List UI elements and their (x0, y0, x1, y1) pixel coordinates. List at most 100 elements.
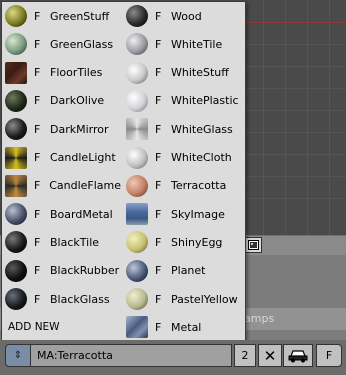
material-item[interactable]: F Planet (123, 258, 242, 284)
material-preview-icon (126, 288, 148, 310)
tab-lamps[interactable]: amps (244, 312, 274, 325)
delete-button[interactable]: ✕ (258, 344, 282, 367)
material-flag: F (34, 9, 41, 23)
material-preview-icon (126, 146, 148, 169)
material-name: DarkMirror (50, 122, 109, 136)
material-preview-icon (5, 259, 27, 282)
grid-line (245, 132, 346, 133)
grid-line (245, 66, 346, 67)
material-preview-icon (5, 5, 27, 27)
grid-line (245, 154, 346, 155)
material-item[interactable]: F SkyImage (123, 201, 242, 227)
material-item[interactable]: F BlackGlass (2, 286, 121, 312)
material-flag: F (155, 235, 162, 249)
material-name-field[interactable]: MA:Terracotta (31, 344, 232, 367)
material-flag: F (34, 235, 41, 249)
add-new-button[interactable]: ADD NEW (2, 314, 121, 340)
grid-line (245, 198, 346, 199)
material-item[interactable]: F CandleLight (2, 145, 121, 171)
auto-button[interactable] (283, 344, 313, 367)
material-name: SkyImage (171, 207, 225, 221)
grid-line (263, 0, 264, 235)
material-preview-icon (126, 61, 148, 84)
material-preview-icon (5, 89, 27, 112)
material-name: WhiteTile (171, 37, 223, 51)
car-icon (288, 349, 308, 362)
material-preview-icon (126, 174, 148, 197)
material-name: PastelYellow (171, 292, 238, 306)
material-flag: F (155, 264, 162, 278)
material-name: CandleFlame (49, 179, 121, 193)
material-name: Metal (171, 320, 202, 334)
material-name: WhiteGlass (171, 122, 233, 136)
material-item[interactable]: F GreenGlass (2, 31, 121, 57)
material-name: Wood (171, 9, 202, 23)
material-item[interactable]: F WhiteCloth (123, 145, 242, 171)
material-name: ShinyEgg (171, 235, 223, 249)
material-preview-icon (126, 259, 148, 282)
material-item[interactable]: F Wood (123, 3, 242, 29)
grid-line (329, 0, 330, 235)
material-flag: F (34, 122, 41, 136)
material-flag: F (34, 264, 41, 278)
grid-line (245, 88, 346, 89)
material-browse-menu: F GreenStuff F GreenGlass F FloorTiles F DarkOl… (1, 1, 246, 342)
material-name: FloorTiles (50, 66, 103, 80)
grid-line (307, 0, 308, 235)
material-item[interactable]: F WhiteTile (123, 31, 242, 57)
material-name: BlackRubber (50, 264, 120, 278)
material-item[interactable]: F Metal (123, 314, 242, 340)
x-axis-line (245, 22, 346, 23)
material-item[interactable]: F ShinyEgg (123, 229, 242, 255)
material-preview-icon (5, 61, 27, 84)
material-item[interactable]: F BlackTile (2, 229, 121, 255)
material-flag: F (155, 207, 162, 221)
material-item[interactable]: F WhitePlastic (123, 88, 242, 114)
fake-user-button[interactable]: F (316, 344, 342, 367)
material-preview-icon (5, 288, 27, 310)
image-icon[interactable] (245, 237, 262, 253)
material-flag: F (34, 292, 41, 306)
material-preview-icon (5, 203, 27, 226)
material-item[interactable]: F GreenStuff (2, 3, 121, 29)
material-preview-icon (5, 146, 27, 169)
material-flag: F (34, 207, 41, 221)
material-flag: F (155, 66, 162, 80)
material-flag: F (34, 179, 41, 193)
material-item[interactable]: F CandleFlame (2, 173, 121, 199)
material-name: DarkOlive (50, 94, 105, 108)
material-preview-icon (126, 118, 148, 141)
browse-button[interactable]: ⇕ (5, 344, 31, 367)
material-flag: F (155, 94, 162, 108)
material-flag: F (155, 122, 162, 136)
material-name: GreenStuff (50, 9, 110, 23)
material-item[interactable]: F Terracotta (123, 173, 242, 199)
material-name: Planet (171, 264, 206, 278)
material-name: Terracotta (171, 179, 227, 193)
grid-line (285, 0, 286, 235)
material-name: WhitePlastic (171, 94, 239, 108)
x-icon: ✕ (263, 346, 277, 365)
material-flag: F (155, 292, 162, 306)
material-name: BlackTile (50, 235, 100, 249)
material-name: WhiteStuff (171, 66, 229, 80)
material-name: BlackGlass (50, 292, 110, 306)
material-preview-icon (5, 231, 27, 254)
material-flag: F (155, 320, 162, 334)
material-preview-icon (126, 231, 148, 254)
material-item[interactable]: F PastelYellow (123, 286, 242, 312)
material-item[interactable]: F BlackRubber (2, 258, 121, 284)
material-item[interactable]: F WhiteGlass (123, 116, 242, 142)
material-flag: F (155, 37, 162, 51)
material-flag: F (34, 66, 41, 80)
material-preview-icon (126, 33, 148, 56)
material-preview-icon (126, 203, 148, 226)
material-item[interactable]: F DarkMirror (2, 116, 121, 142)
material-item[interactable]: F BoardMetal (2, 201, 121, 227)
material-item[interactable]: F DarkOlive (2, 88, 121, 114)
material-flag: F (34, 94, 41, 108)
users-count-button[interactable]: 2 (234, 344, 256, 367)
material-preview-icon (5, 33, 27, 56)
material-item[interactable]: F WhiteStuff (123, 60, 242, 86)
material-item[interactable]: F FloorTiles (2, 60, 121, 86)
